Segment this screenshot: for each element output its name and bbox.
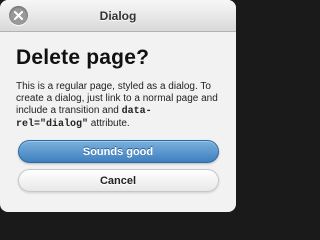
body-text-main: This is a regular page, styled as a dial… [16,81,218,116]
dialog-body-text: This is a regular page, styled as a dial… [16,81,220,131]
close-icon [14,11,23,20]
header-title: Dialog [99,9,137,23]
dialog-header: Dialog [0,0,236,32]
dialog-content: Delete page? This is a regular page, sty… [0,32,236,192]
sounds-good-button[interactable]: Sounds good [17,140,219,163]
dialog-title: Delete page? [16,46,150,69]
close-button[interactable] [9,6,28,25]
body-text-suffix: attribute. [88,118,130,129]
cancel-button[interactable]: Cancel [17,169,219,192]
dialog: Dialog Delete page? This is a regular pa… [0,0,236,212]
